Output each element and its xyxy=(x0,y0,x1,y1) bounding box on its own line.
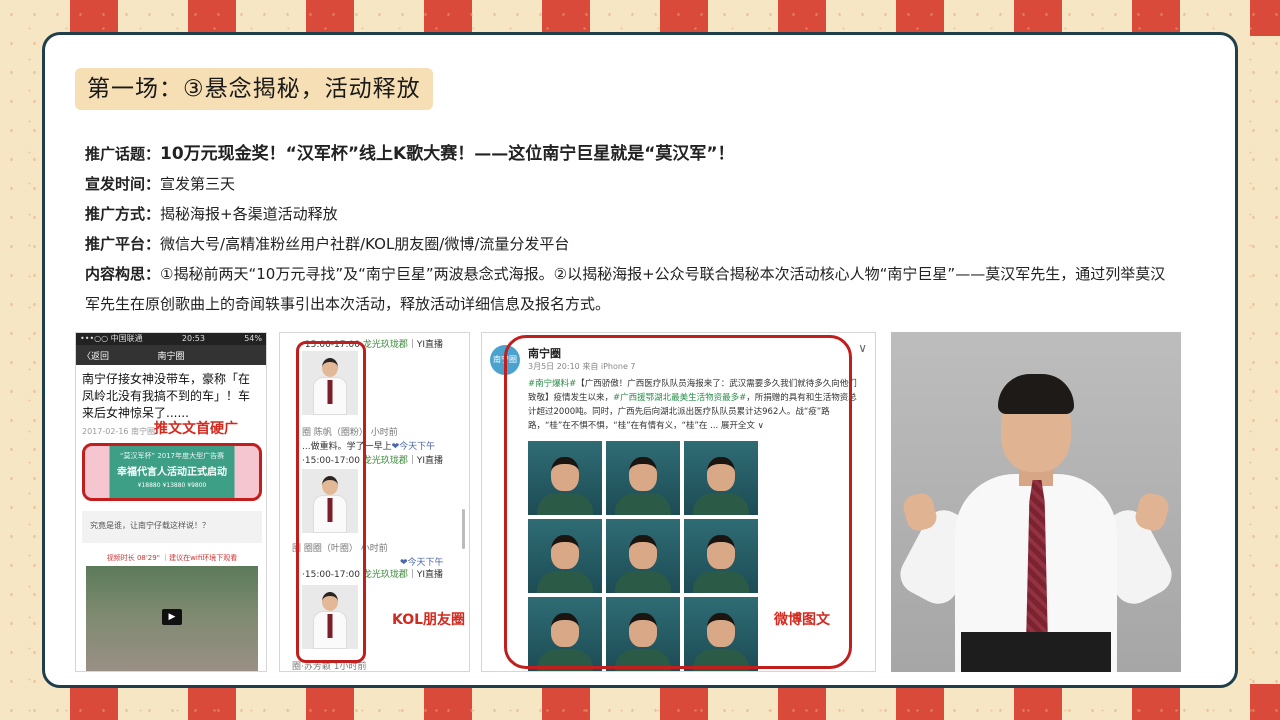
kol-moments-screenshot: ·15:00-17:00 龙光玖珑郡｜YI直播 圈 陈帆（圈粉） 小时前 ...… xyxy=(279,332,470,672)
banner-subtitle: “莫汉军杯” 2017年度大型广告赛 xyxy=(119,452,225,460)
video-meta: 视频时长 08'29" ｜建议在wifi环境下观看 xyxy=(106,554,238,562)
topic-value: 10万元现金奖！“汉军杯”线上K歌大赛！——这位南宁巨星就是“莫汉军”！ xyxy=(160,144,735,164)
battery-text: 54% xyxy=(244,334,262,343)
time-row: 宣发时间：宣发第三天 xyxy=(85,169,1175,199)
topic-row: 推广话题：10万元现金奖！“汉军杯”线上K歌大赛！——这位南宁巨星就是“莫汉军”… xyxy=(85,139,1175,169)
info-block: 推广话题：10万元现金奖！“汉军杯”线上K歌大赛！——这位南宁巨星就是“莫汉军”… xyxy=(85,139,1175,319)
slide-card: 第一场：③悬念揭秘，活动释放 推广话题：10万元现金奖！“汉军杯”线上K歌大赛！… xyxy=(42,32,1238,688)
play-icon[interactable]: ▶ xyxy=(162,609,182,625)
video-player[interactable]: ▶ xyxy=(86,566,258,671)
concept-label: 内容构思： xyxy=(85,265,161,283)
section-title: 第一场：③悬念揭秘，活动释放 xyxy=(75,68,433,110)
banner-prizes: ¥18880 ¥13880 ¥9800 xyxy=(137,482,207,489)
topic-label: 推广话题： xyxy=(85,145,161,163)
carrier-text: •••○○ 中国联通 xyxy=(80,334,143,343)
platform-label: 推广平台： xyxy=(85,235,161,253)
weibo-screenshot: 南宁圈 南宁圈 3月5日 20:10 来自 iPhone 7 ∨ #南宁爆料#【… xyxy=(481,332,876,672)
header-ad-label: 推文文首硬广 xyxy=(154,421,238,437)
man-portrait xyxy=(891,332,1181,672)
banner-title: 幸福代言人活动正式启动 xyxy=(117,467,227,478)
chevron-down-icon[interactable]: ∨ xyxy=(858,341,867,355)
article-headline: 南宁仔接女神没带车，豪称「在凤岭北没有我搞不到的车」！车来后女神惊呆了.....… xyxy=(82,372,251,420)
concept-row: 内容构思：①揭秘前两天“10万元寻找”及“南宁巨星”两波悬念式海报。②以揭秘海报… xyxy=(85,259,1175,319)
platform-row: 推广平台：微信大号/高精准粉丝用户社群/KOL朋友圈/微博/流量分发平台 xyxy=(85,229,1175,259)
method-label: 推广方式： xyxy=(85,205,161,223)
highlight-box xyxy=(296,341,366,663)
back-button[interactable]: 〈返回 xyxy=(82,349,109,362)
status-time: 20:53 xyxy=(181,334,205,343)
article-quote: 究竟是谁，让南宁仔载这样说！？ xyxy=(82,511,262,543)
concept-value: ①揭秘前两天“10万元寻找”及“南宁巨星”两波悬念式海报。②以揭秘海报+公众号联… xyxy=(85,265,1166,313)
kol-moments-label: KOL朋友圈 xyxy=(392,612,466,628)
wechat-nav-bar: 〈返回 南宁圈 xyxy=(76,345,266,365)
scrollbar[interactable] xyxy=(462,509,465,549)
time-value: 宣发第三天 xyxy=(160,175,236,193)
time-label: 宣发时间： xyxy=(85,175,161,193)
method-row: 推广方式：揭秘海报+各渠道活动释放 xyxy=(85,199,1175,229)
platform-value: 微信大号/高精准粉丝用户社群/KOL朋友圈/微博/流量分发平台 xyxy=(160,235,570,253)
phone-status-bar: •••○○ 中国联通 20:53 54% xyxy=(76,333,266,345)
method-value: 揭秘海报+各渠道活动释放 xyxy=(160,205,338,223)
portrait-photo xyxy=(891,332,1181,672)
weibo-label: 微博图文 xyxy=(774,612,830,628)
ad-banner[interactable]: “莫汉军杯” 2017年度大型广告赛 幸福代言人活动正式启动 ¥18880 ¥1… xyxy=(82,443,262,501)
wechat-article-screenshot: •••○○ 中国联通 20:53 54% 〈返回 南宁圈 南宁仔接女神没带车，豪… xyxy=(75,332,267,672)
